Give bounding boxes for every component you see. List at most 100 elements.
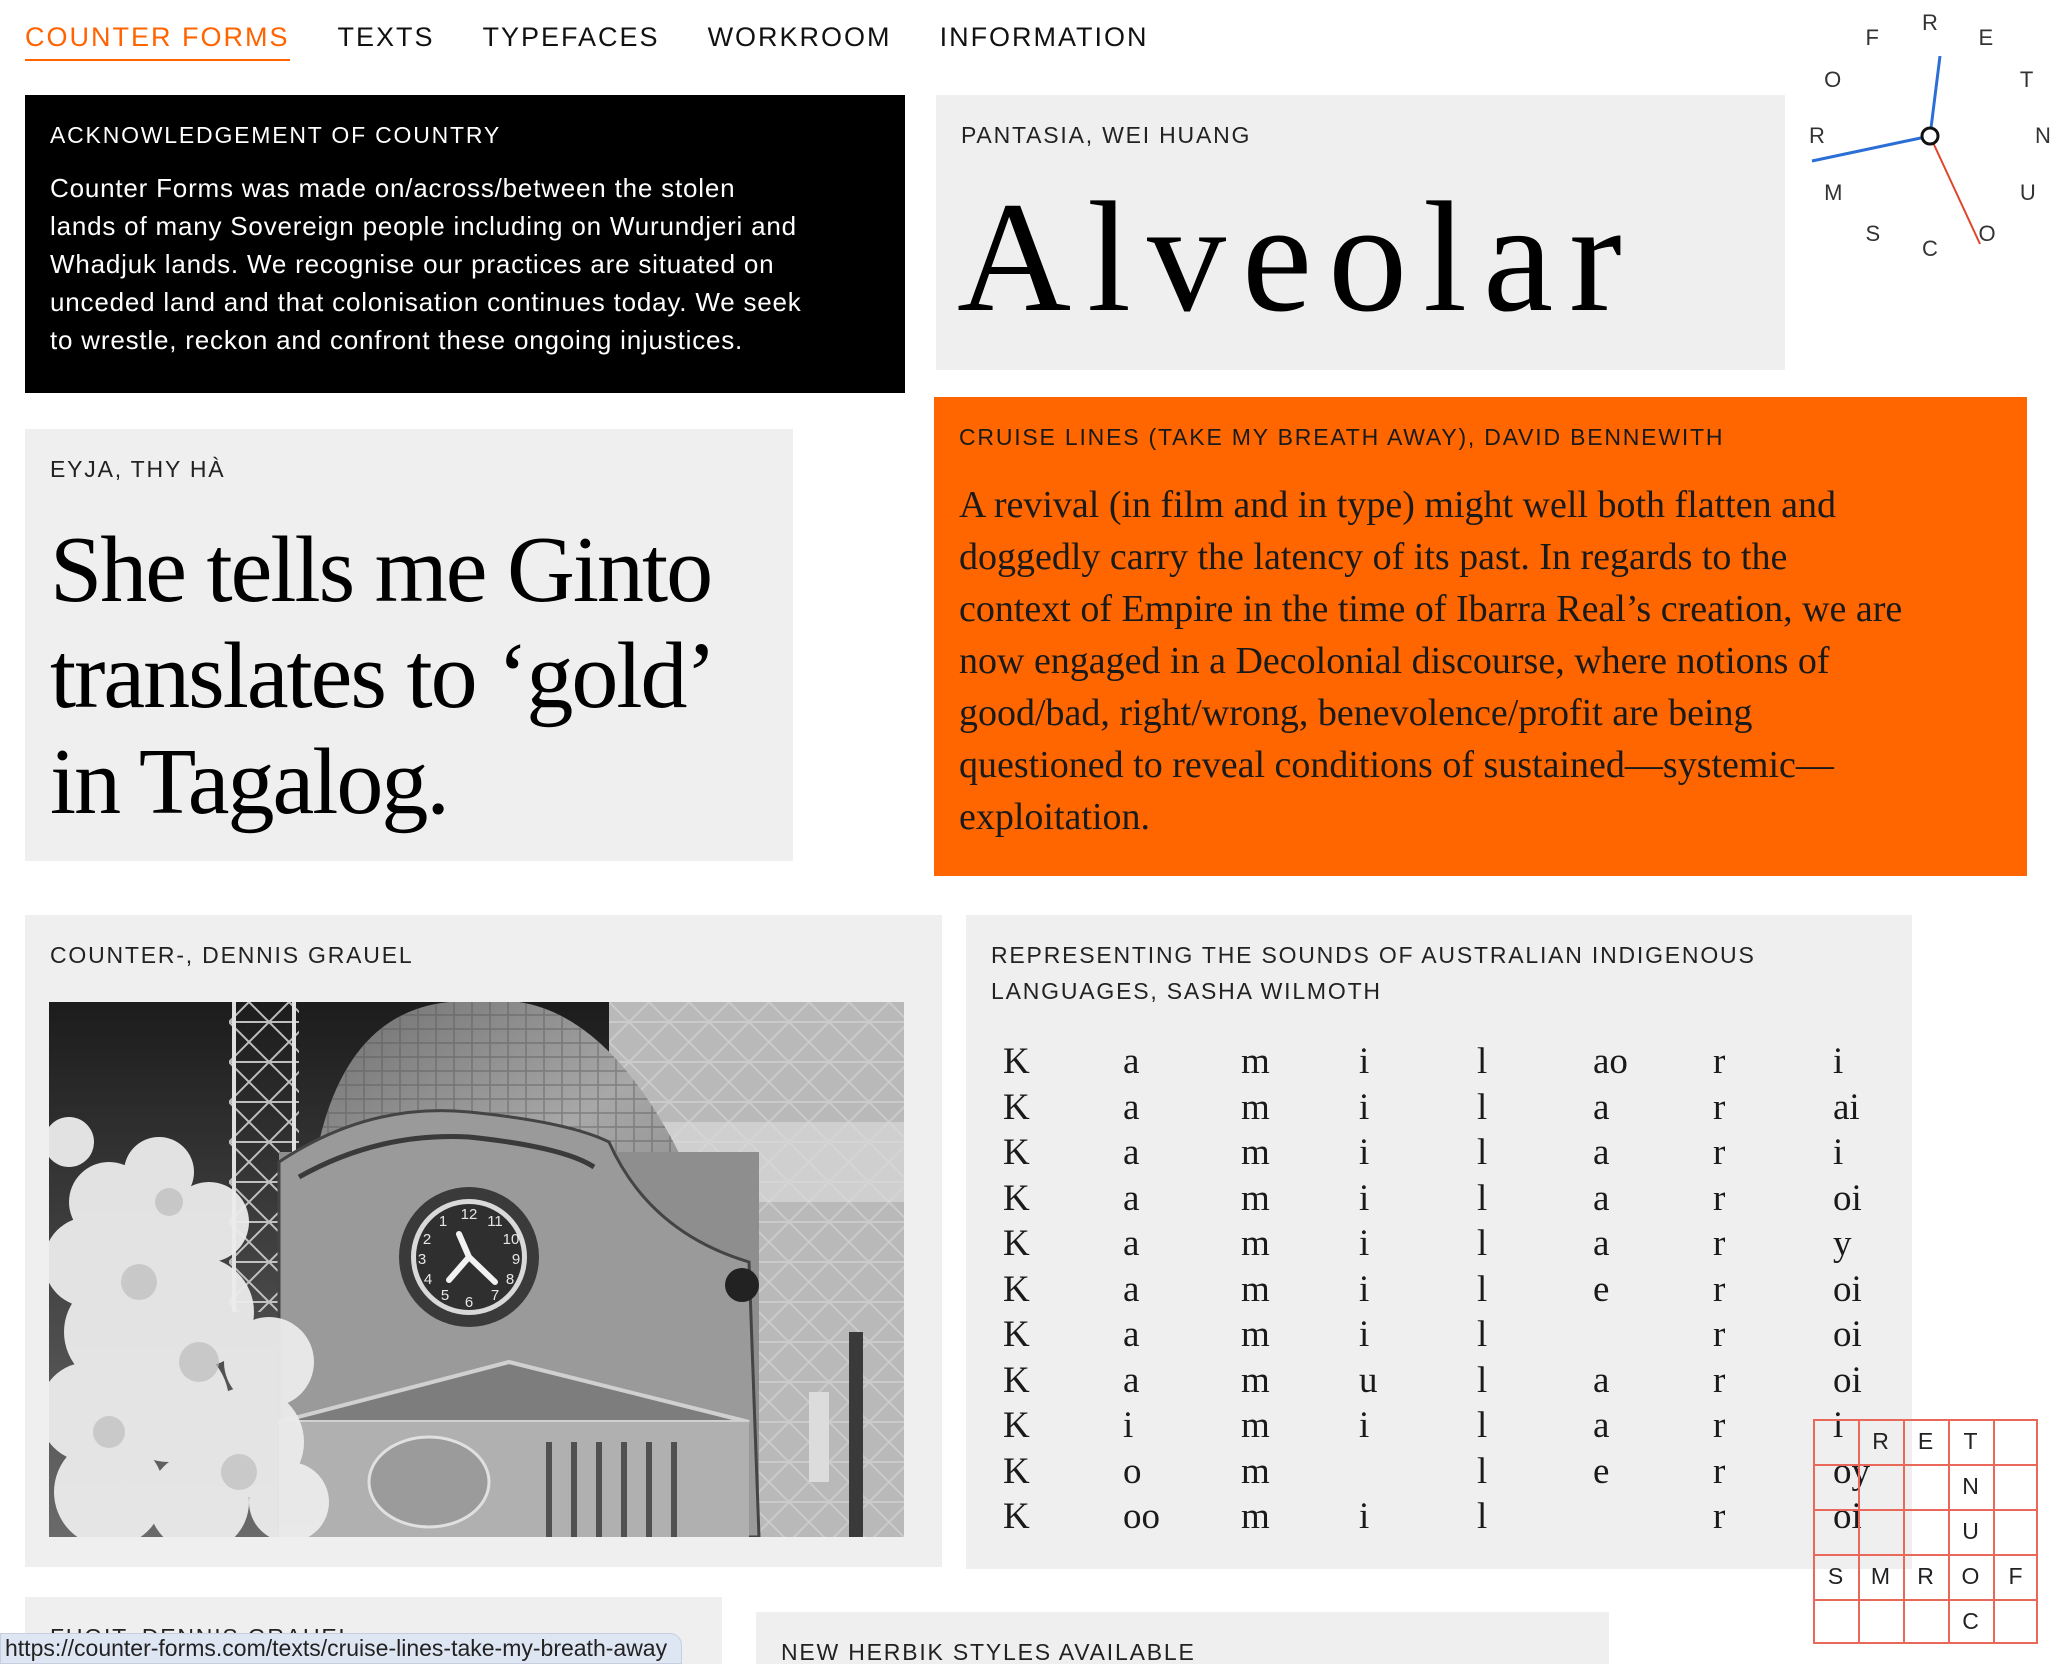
sounds-cell: l bbox=[1477, 1405, 1488, 1446]
sounds-cell: a bbox=[1123, 1086, 1140, 1128]
nav-workroom[interactable]: WORKROOM bbox=[708, 22, 892, 61]
acknowledgement-text: Counter Forms was made on/across/between… bbox=[50, 169, 880, 359]
eyja-line: translates to ‘gold’ bbox=[50, 624, 717, 728]
compass-letter: E bbox=[1978, 25, 1994, 51]
sounds-cell bbox=[1593, 1312, 1713, 1358]
ack-line: unceded land and that colonisation conti… bbox=[50, 287, 802, 317]
nav-typefaces[interactable]: TYPEFACES bbox=[483, 22, 660, 61]
crossword-logo[interactable]: RETNUSMROFC bbox=[1813, 1419, 2038, 1644]
crossword-letter: O bbox=[1961, 1563, 1980, 1589]
eyja-label: EYJA, THY HÀ bbox=[50, 456, 226, 482]
compass-letter: R bbox=[1809, 123, 1825, 148]
cruise-line: good/bad, right/wrong, benevolence/profi… bbox=[959, 692, 1753, 734]
crossword-letter: E bbox=[1917, 1428, 1934, 1454]
sounds-cell: e bbox=[1593, 1450, 1610, 1492]
sounds-cell: K bbox=[1003, 1132, 1030, 1173]
cruise-line: context of Empire in the time of Ibarra … bbox=[959, 588, 1903, 630]
svg-text:1: 1 bbox=[439, 1213, 447, 1230]
sounds-cell: u bbox=[1359, 1359, 1378, 1401]
sounds-cell: l bbox=[1477, 1041, 1488, 1082]
compass-hands-icon bbox=[1811, 55, 1981, 245]
eyja-line: She tells me Ginto bbox=[50, 518, 713, 622]
sounds-cell: m bbox=[1241, 1041, 1270, 1082]
sounds-cell: i bbox=[1359, 1041, 1370, 1082]
nav-texts[interactable]: TEXTS bbox=[338, 22, 435, 61]
sounds-cell: m bbox=[1241, 1132, 1270, 1173]
sounds-cell: K bbox=[1003, 1450, 1030, 1492]
clock-tower-image: 12 11 10 9 87 654 3 21 bbox=[39, 1002, 904, 1552]
cruise-line: exploitation. bbox=[959, 796, 1151, 838]
ack-line: to wrestle, reckon and confront these on… bbox=[50, 325, 744, 355]
counter-label: COUNTER-, DENNIS GRAUEL bbox=[50, 942, 414, 968]
compass-letter: U bbox=[2019, 179, 2036, 205]
sounds-cell: a bbox=[1593, 1223, 1610, 1264]
eyja-card[interactable]: EYJA, THY HÀ She tells me Ginto translat… bbox=[25, 429, 793, 861]
nav-counter-forms[interactable]: COUNTER FORMS bbox=[25, 22, 290, 61]
sounds-cell: m bbox=[1241, 1086, 1270, 1128]
sounds-cell: r bbox=[1713, 1132, 1726, 1173]
sounds-cell: ai bbox=[1833, 1086, 1860, 1128]
sounds-cell: l bbox=[1477, 1359, 1488, 1401]
sounds-cell: i bbox=[1359, 1405, 1370, 1446]
sounds-cell: a bbox=[1123, 1177, 1140, 1219]
sounds-cell: m bbox=[1241, 1359, 1270, 1401]
cruise-lines-card[interactable]: CRUISE LINES (TAKE MY BREATH AWAY), DAVI… bbox=[934, 397, 2027, 876]
svg-text:10: 10 bbox=[503, 1231, 520, 1248]
ack-line: Whadjuk lands. We recognise our practice… bbox=[50, 249, 775, 279]
sounds-cell: ao bbox=[1593, 1041, 1628, 1082]
sounds-cell: K bbox=[1003, 1177, 1030, 1219]
sounds-cell: i bbox=[1359, 1314, 1370, 1355]
sounds-cell bbox=[1359, 1449, 1477, 1495]
cruise-line: now engaged in a Decolonial discourse, w… bbox=[959, 640, 1830, 682]
svg-text:3: 3 bbox=[418, 1251, 426, 1268]
sounds-cell: a bbox=[1593, 1086, 1610, 1128]
compass-letter: F bbox=[1865, 25, 1879, 51]
cruise-line: A revival (in film and in type) might we… bbox=[959, 484, 1836, 526]
sounds-cell: a bbox=[1593, 1132, 1610, 1173]
sounds-cell: r bbox=[1713, 1041, 1726, 1082]
eyja-specimen: She tells me Ginto translates to ‘gold’ … bbox=[50, 517, 768, 835]
cruise-lines-label: CRUISE LINES (TAKE MY BREATH AWAY), DAVI… bbox=[959, 424, 1725, 450]
main-nav: COUNTER FORMS TEXTS TYPEFACES WORKROOM I… bbox=[25, 22, 1197, 61]
sounds-card[interactable]: REPRESENTING THE SOUNDS OF AUSTRALIAN IN… bbox=[966, 915, 1912, 1569]
status-url-tooltip: https://counter-forms.com/texts/cruise-l… bbox=[0, 1633, 683, 1664]
sounds-cell: m bbox=[1241, 1268, 1270, 1310]
svg-text:9: 9 bbox=[512, 1251, 520, 1268]
pantasia-label: PANTASIA, WEI HUANG bbox=[961, 122, 1252, 148]
compass-letter: N bbox=[2035, 123, 2051, 148]
herbik-label: NEW HERBIK STYLES AVAILABLE bbox=[781, 1639, 1196, 1664]
compass-letter: S bbox=[1865, 220, 1881, 246]
pantasia-card[interactable]: PANTASIA, WEI HUANG Alveolar bbox=[936, 95, 1785, 370]
sounds-label: REPRESENTING THE SOUNDS OF AUSTRALIAN IN… bbox=[991, 937, 1887, 1009]
sounds-cell: K bbox=[1003, 1223, 1030, 1264]
herbik-card[interactable]: NEW HERBIK STYLES AVAILABLE bbox=[756, 1612, 1609, 1664]
crossword-letter: S bbox=[1827, 1563, 1844, 1589]
svg-text:2: 2 bbox=[423, 1231, 431, 1248]
sounds-cell: a bbox=[1593, 1405, 1610, 1446]
compass-letter: R bbox=[1922, 10, 1938, 35]
eyja-line: in Tagalog. bbox=[50, 730, 450, 834]
sounds-cell: K bbox=[1003, 1268, 1030, 1310]
sounds-cell: K bbox=[1003, 1359, 1030, 1401]
sounds-cell: m bbox=[1241, 1223, 1270, 1264]
compass-logo[interactable]: RETNUOCSMROF bbox=[1790, 0, 2054, 272]
sounds-cell: i bbox=[1359, 1223, 1370, 1264]
sounds-cell: r bbox=[1713, 1086, 1726, 1128]
sounds-cell: i bbox=[1359, 1086, 1370, 1128]
sounds-cell: a bbox=[1593, 1177, 1610, 1219]
crossword-letter: T bbox=[1963, 1428, 1978, 1454]
sounds-cell: i bbox=[1359, 1177, 1370, 1219]
compass-letter: T bbox=[2019, 66, 2034, 92]
nav-information[interactable]: INFORMATION bbox=[940, 22, 1149, 61]
sounds-cell: i bbox=[1123, 1405, 1134, 1446]
counter-card[interactable]: COUNTER-, DENNIS GRAUEL 12 11 10 9 8 7 6… bbox=[25, 915, 942, 1567]
sounds-cell: l bbox=[1477, 1086, 1488, 1128]
sounds-cell: K bbox=[1003, 1314, 1030, 1355]
sounds-cell: m bbox=[1241, 1314, 1270, 1355]
sounds-cell: m bbox=[1241, 1405, 1270, 1446]
compass-letter: O bbox=[1824, 66, 1842, 92]
sounds-cell: oi bbox=[1833, 1177, 1862, 1219]
sounds-grid: Ka m i l ao r i Ka m i l a r ai Ka m i l a r i Ka m i l a r oi Ka m i l… bbox=[1003, 1039, 1887, 1540]
sounds-cell: l bbox=[1477, 1496, 1488, 1537]
sounds-cell: oi bbox=[1833, 1314, 1862, 1355]
